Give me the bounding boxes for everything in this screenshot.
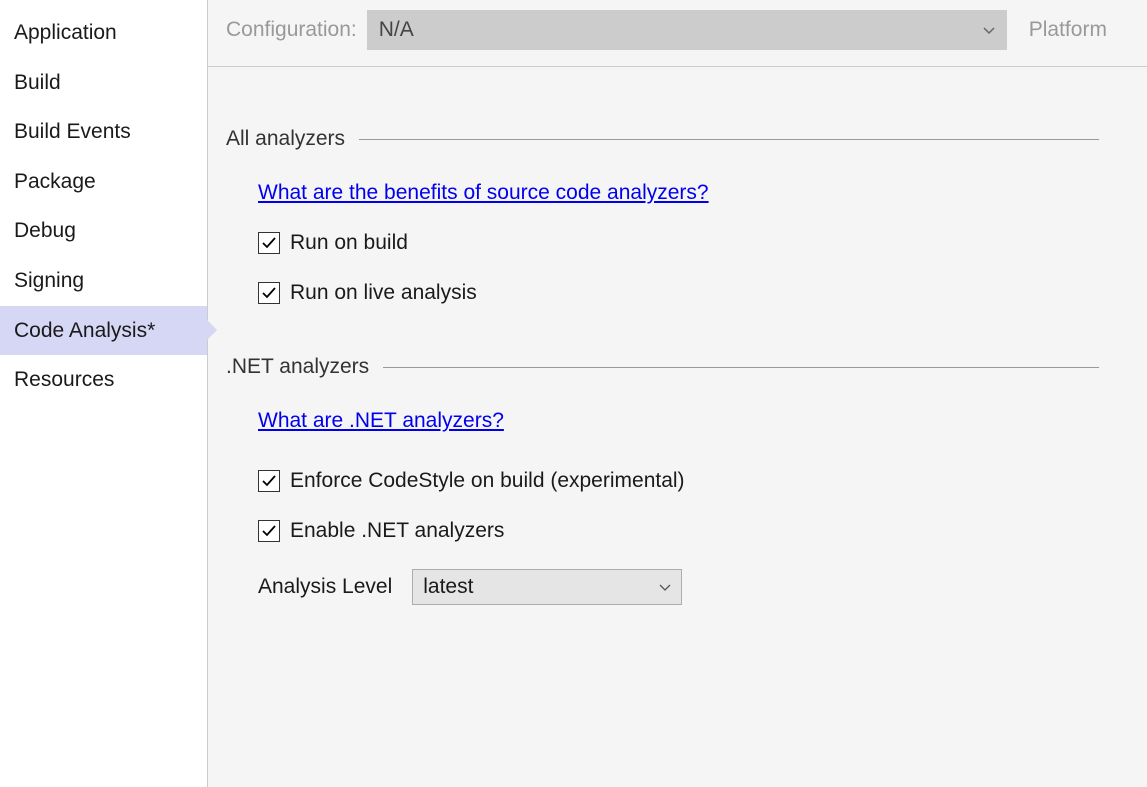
- check-icon: [261, 523, 277, 539]
- sidebar-item-label: Build: [14, 71, 61, 94]
- chevron-down-icon: [659, 580, 671, 595]
- analysis-level-value: latest: [423, 575, 473, 599]
- sidebar-item-label: Application: [14, 21, 117, 44]
- checkbox-row-run-on-build: Run on build: [258, 231, 1129, 255]
- sidebar-item-label: Signing: [14, 269, 84, 292]
- sidebar-item-label: Debug: [14, 219, 76, 242]
- checkbox-enforce-codestyle[interactable]: [258, 470, 280, 492]
- checkbox-label: Run on build: [290, 231, 408, 255]
- section-header-all-analyzers: All analyzers: [226, 127, 1129, 151]
- checkbox-row-enforce-codestyle: Enforce CodeStyle on build (experimental…: [258, 469, 1129, 493]
- sidebar-item-build[interactable]: Build: [0, 58, 207, 108]
- sidebar-item-build-events[interactable]: Build Events: [0, 107, 207, 157]
- checkbox-label: Run on live analysis: [290, 281, 477, 305]
- sidebar-item-label: Code Analysis*: [14, 319, 155, 342]
- divider: [383, 367, 1099, 368]
- checkbox-enable-net-analyzers[interactable]: [258, 520, 280, 542]
- checkbox-run-on-build[interactable]: [258, 232, 280, 254]
- check-icon: [261, 285, 277, 301]
- sidebar-item-label: Package: [14, 170, 96, 193]
- sidebar-item-label: Build Events: [14, 120, 131, 143]
- sidebar-item-debug[interactable]: Debug: [0, 206, 207, 256]
- sidebar-item-package[interactable]: Package: [0, 157, 207, 207]
- check-icon: [261, 473, 277, 489]
- checkbox-label: Enable .NET analyzers: [290, 519, 504, 543]
- divider: [359, 139, 1099, 140]
- chevron-down-icon: [983, 22, 995, 38]
- config-bar: Configuration: N/A Platform: [208, 0, 1147, 67]
- section-header-net-analyzers: .NET analyzers: [226, 355, 1129, 379]
- checkbox-row-run-on-live: Run on live analysis: [258, 281, 1129, 305]
- analysis-level-label: Analysis Level: [258, 575, 392, 599]
- sidebar: Application Build Build Events Package D…: [0, 0, 208, 787]
- sidebar-item-label: Resources: [14, 368, 114, 391]
- checkbox-label: Enforce CodeStyle on build (experimental…: [290, 469, 685, 493]
- field-row-analysis-level: Analysis Level latest: [258, 569, 1129, 605]
- configuration-dropdown[interactable]: N/A: [367, 10, 1007, 50]
- link-benefits-analyzers[interactable]: What are the benefits of source code ana…: [258, 181, 709, 205]
- section-title: All analyzers: [226, 127, 345, 151]
- analysis-level-select[interactable]: latest: [412, 569, 682, 605]
- configuration-label: Configuration:: [226, 18, 357, 42]
- check-icon: [261, 235, 277, 251]
- section-title: .NET analyzers: [226, 355, 369, 379]
- sidebar-item-resources[interactable]: Resources: [0, 355, 207, 405]
- link-net-analyzers[interactable]: What are .NET analyzers?: [258, 409, 504, 433]
- content-area: All analyzers What are the benefits of s…: [208, 67, 1147, 623]
- platform-label: Platform: [1029, 18, 1107, 42]
- sidebar-item-code-analysis[interactable]: Code Analysis*: [0, 306, 207, 356]
- configuration-value: N/A: [379, 18, 414, 42]
- checkbox-run-on-live[interactable]: [258, 282, 280, 304]
- main-panel: Configuration: N/A Platform All analyzer…: [208, 0, 1147, 787]
- sidebar-item-signing[interactable]: Signing: [0, 256, 207, 306]
- checkbox-row-enable-net: Enable .NET analyzers: [258, 519, 1129, 543]
- sidebar-item-application[interactable]: Application: [0, 8, 207, 58]
